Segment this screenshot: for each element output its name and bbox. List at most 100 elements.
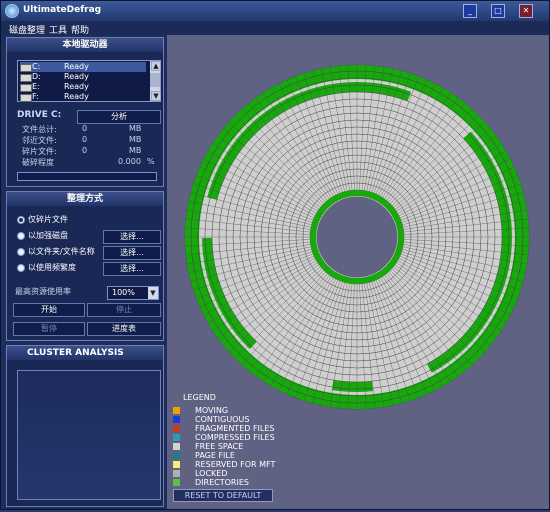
stat-unit: MB [129,146,142,155]
menu-help[interactable]: 帮助 [71,23,89,36]
menu-tools[interactable]: 工具 [49,23,67,36]
drive-row-c[interactable]: C: Ready [20,62,146,72]
stat-unit: MB [129,135,142,144]
hard-drive-icon [20,94,32,102]
legend-item: COMPRESSED FILES [173,433,323,442]
drive-letter: D: [32,72,41,81]
cluster-analysis-panel: CLUSTER ANALYSIS [6,345,164,507]
stat-value: 0 [82,135,88,144]
legend-label: CONTIGUOUS [195,415,250,424]
window-title: UltimateDefrag [23,5,102,15]
drive-list[interactable]: C: Ready D: Ready E: Ready F: Ready ▲ ▼ [17,60,161,102]
close-icon[interactable]: ✕ [519,4,533,18]
maximize-icon[interactable]: □ [491,4,505,18]
legend-swatch [173,425,180,432]
select-button-1[interactable]: 选择... [103,230,161,244]
stat-value: 0 [82,124,88,133]
drive-status: Ready [64,72,89,81]
scroll-down-icon[interactable]: ▼ [151,91,161,101]
title-bar: UltimateDefrag _ □ ✕ [1,1,549,21]
radio-consolidate[interactable] [17,232,25,240]
drive-label: DRIVE C: [17,110,62,120]
radio-by-frequency[interactable] [17,264,25,272]
drives-panel: 本地驱动器 C: Ready D: Ready E: Ready F: Read… [6,37,164,187]
stat-label: 破碎程度 [22,158,54,167]
legend-item: LOCKED [173,469,323,478]
legend-item: RESERVED FOR MFT [173,460,323,469]
cluster-analysis-header: CLUSTER ANALYSIS [7,346,163,360]
legend-label: COMPRESSED FILES [195,433,275,442]
max-resource-label: 最高资源使用率 [15,287,71,296]
legend-swatch [173,461,180,468]
app-disk-icon [5,4,19,18]
stat-label: 邻近文件: [22,136,57,145]
select-button-3[interactable]: 选择... [103,262,161,276]
legend-label: LOCKED [195,469,228,478]
drive-letter: E: [32,82,40,91]
hard-drive-icon [20,64,32,72]
legend-item: CONTIGUOUS [173,415,323,424]
mode-panel: 整理方式 仅碎片文件 以加强磁盘 选择... 以文件夹/文件名称 选择... 以… [6,191,164,341]
schedule-button[interactable]: 进度表 [87,322,161,336]
legend-swatch [173,407,180,414]
legend-item: MOVING [173,406,323,415]
mode-panel-header: 整理方式 [7,192,163,206]
drive-letter: C: [32,62,41,71]
legend-swatch [173,443,180,450]
stat-value: 0.000 [118,157,141,166]
start-button[interactable]: 开始 [13,303,85,317]
stat-label: 文件总计: [22,125,57,134]
legend-item: FRAGMENTED FILES [173,424,323,433]
stat-fragmented: 碎片文件: 0 MB [22,146,162,156]
pause-button[interactable]: 暂停 [13,322,85,336]
analyze-button[interactable]: 分析 [77,110,161,124]
reset-to-default-button[interactable]: RESET TO DEFAULT [173,489,273,502]
legend-label: PAGE FILE [195,451,235,460]
radio-fragmented-only[interactable] [17,216,25,224]
drive-status: Ready [64,82,89,91]
stat-total: 文件总计: 0 MB [22,124,162,134]
legend-item: PAGE FILE [173,451,323,460]
drive-list-scrollbar[interactable]: ▲ ▼ [150,61,161,101]
max-resource-select[interactable]: 100% ▼ [107,286,159,300]
legend-swatch [173,479,180,486]
legend-swatch [173,470,180,477]
max-resource-value: 100% [112,288,135,297]
menu-defrag[interactable]: 磁盘整理 [9,23,45,36]
stat-unit: MB [129,124,142,133]
drive-row-e[interactable]: E: Ready [20,82,146,92]
stat-contiguous: 邻近文件: 0 MB [22,135,162,145]
stat-fragmentation: 破碎程度 0.000 % [22,157,162,167]
legend-item: FREE SPACE [173,442,323,451]
drive-row-d[interactable]: D: Ready [20,72,146,82]
legend: LEGEND MOVING CONTIGUOUS FRAGMENTED FILE… [171,393,331,503]
menu-bar: 磁盘整理 工具 帮助 [1,21,549,36]
hard-drive-icon [20,74,32,82]
legend-swatch [173,416,180,423]
legend-swatch [173,434,180,441]
defrag-progress-bar [17,172,157,181]
legend-item: DIRECTORIES [173,478,323,487]
drive-letter: F: [32,92,39,101]
minimize-icon[interactable]: _ [463,4,477,18]
stat-label: 碎片文件: [22,147,57,156]
radio-by-folder-name[interactable] [17,248,25,256]
legend-label: FREE SPACE [195,442,244,451]
drive-status: Ready [64,62,89,71]
hard-drive-icon [20,84,32,92]
drives-panel-header: 本地驱动器 [7,38,163,52]
drive-status: Ready [64,92,89,101]
chevron-down-icon: ▼ [148,287,158,299]
legend-label: FRAGMENTED FILES [195,424,275,433]
option-label: 以加强磁盘 [28,231,68,240]
legend-label: MOVING [195,406,229,415]
scroll-up-icon[interactable]: ▲ [151,61,161,71]
cluster-analysis-area[interactable] [17,370,161,500]
legend-label: RESERVED FOR MFT [195,460,276,469]
main-window: UltimateDefrag _ □ ✕ 磁盘整理 工具 帮助 本地驱动器 C:… [0,0,550,510]
stop-button[interactable]: 停止 [87,303,161,317]
scroll-thumb[interactable] [150,73,160,87]
legend-swatch [173,452,180,459]
select-button-2[interactable]: 选择... [103,246,161,260]
drive-row-f[interactable]: F: Ready [20,92,146,102]
